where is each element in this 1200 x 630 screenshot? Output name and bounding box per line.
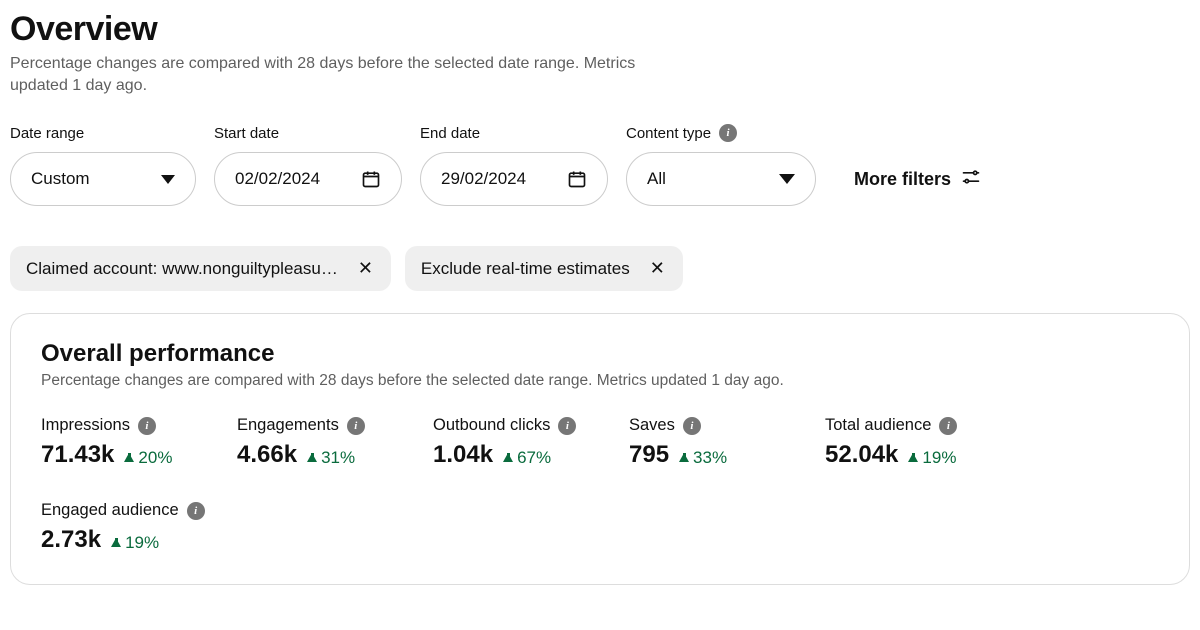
filters-row: Date range Custom Start date 02/02/2024 … — [10, 124, 1190, 206]
metric-label-text: Engagements — [237, 416, 339, 435]
metric-outbound-clicks: Outbound clicks i 1.04k 67% — [433, 416, 629, 469]
end-date-input[interactable]: 29/02/2024 — [420, 152, 608, 206]
more-filters-button[interactable]: More filters — [854, 152, 981, 206]
metric-delta-text: 20% — [138, 448, 172, 468]
info-icon[interactable]: i — [719, 124, 737, 142]
date-range-value: Custom — [31, 169, 90, 189]
metric-value: 2.73k — [41, 526, 101, 554]
metric-saves: Saves i 795 33% — [629, 416, 825, 469]
up-arrow-icon — [307, 453, 317, 462]
page-subtitle: Percentage changes are compared with 28 … — [10, 53, 670, 96]
info-icon[interactable]: i — [187, 502, 205, 520]
metric-delta: 33% — [679, 448, 727, 468]
metric-delta: 20% — [124, 448, 172, 468]
metric-value: 1.04k — [433, 441, 493, 469]
info-icon[interactable]: i — [558, 417, 576, 435]
start-date-value: 02/02/2024 — [235, 169, 320, 189]
card-title: Overall performance — [41, 340, 1159, 368]
metric-total-audience: Total audience i 52.04k 19% — [825, 416, 1021, 469]
overall-performance-card: Overall performance Percentage changes a… — [10, 313, 1190, 585]
metric-delta-text: 19% — [125, 533, 159, 553]
filter-date-range: Date range Custom — [10, 125, 196, 206]
info-icon[interactable]: i — [138, 417, 156, 435]
up-arrow-icon — [111, 538, 121, 547]
up-arrow-icon — [908, 453, 918, 462]
metric-delta-text: 33% — [693, 448, 727, 468]
metric-delta: 31% — [307, 448, 355, 468]
up-arrow-icon — [679, 453, 689, 462]
close-icon[interactable]: ✕ — [356, 258, 375, 279]
filter-start-date: Start date 02/02/2024 — [214, 125, 402, 206]
metric-delta: 19% — [111, 533, 159, 553]
close-icon[interactable]: ✕ — [648, 258, 667, 279]
metric-label-text: Impressions — [41, 416, 130, 435]
sliders-icon — [961, 167, 981, 192]
metric-delta-text: 67% — [517, 448, 551, 468]
start-date-label: Start date — [214, 125, 402, 142]
date-range-label: Date range — [10, 125, 196, 142]
chip-label: Claimed account: www.nonguiltypleasu… — [26, 259, 338, 279]
metric-impressions: Impressions i 71.43k 20% — [41, 416, 237, 469]
metric-delta: 19% — [908, 448, 956, 468]
start-date-input[interactable]: 02/02/2024 — [214, 152, 402, 206]
metric-label-text: Outbound clicks — [433, 416, 550, 435]
date-range-select[interactable]: Custom — [10, 152, 196, 206]
end-date-value: 29/02/2024 — [441, 169, 526, 189]
content-type-label: Content type i — [626, 124, 816, 142]
active-filter-chips: Claimed account: www.nonguiltypleasu… ✕ … — [10, 246, 1190, 291]
metric-value: 4.66k — [237, 441, 297, 469]
info-icon[interactable]: i — [347, 417, 365, 435]
card-subtitle: Percentage changes are compared with 28 … — [41, 372, 1159, 390]
filter-chip-exclude-realtime[interactable]: Exclude real-time estimates ✕ — [405, 246, 683, 291]
chip-label: Exclude real-time estimates — [421, 259, 630, 279]
metric-value: 71.43k — [41, 441, 114, 469]
up-arrow-icon — [503, 453, 513, 462]
metrics-grid: Impressions i 71.43k 20% Engagements i 4… — [41, 416, 1159, 554]
filter-end-date: End date 29/02/2024 — [420, 125, 608, 206]
page-title: Overview — [10, 10, 1190, 49]
up-arrow-icon — [124, 453, 134, 462]
more-filters-label: More filters — [854, 169, 951, 190]
content-type-value: All — [647, 169, 666, 189]
info-icon[interactable]: i — [939, 417, 957, 435]
chevron-down-icon — [779, 174, 795, 184]
end-date-label: End date — [420, 125, 608, 142]
metric-label-text: Engaged audience — [41, 501, 179, 520]
filter-chip-claimed-account[interactable]: Claimed account: www.nonguiltypleasu… ✕ — [10, 246, 391, 291]
metric-delta: 67% — [503, 448, 551, 468]
metric-delta-text: 31% — [321, 448, 355, 468]
metric-engagements: Engagements i 4.66k 31% — [237, 416, 433, 469]
filter-content-type: Content type i All — [626, 124, 816, 206]
metric-delta-text: 19% — [922, 448, 956, 468]
calendar-icon — [361, 169, 381, 189]
content-type-select[interactable]: All — [626, 152, 816, 206]
info-icon[interactable]: i — [683, 417, 701, 435]
metric-label-text: Total audience — [825, 416, 931, 435]
metric-label-text: Saves — [629, 416, 675, 435]
chevron-down-icon — [161, 175, 175, 184]
metric-value: 795 — [629, 441, 669, 469]
content-type-label-text: Content type — [626, 125, 711, 142]
metric-value: 52.04k — [825, 441, 898, 469]
calendar-icon — [567, 169, 587, 189]
metric-engaged-audience: Engaged audience i 2.73k 19% — [41, 501, 237, 554]
